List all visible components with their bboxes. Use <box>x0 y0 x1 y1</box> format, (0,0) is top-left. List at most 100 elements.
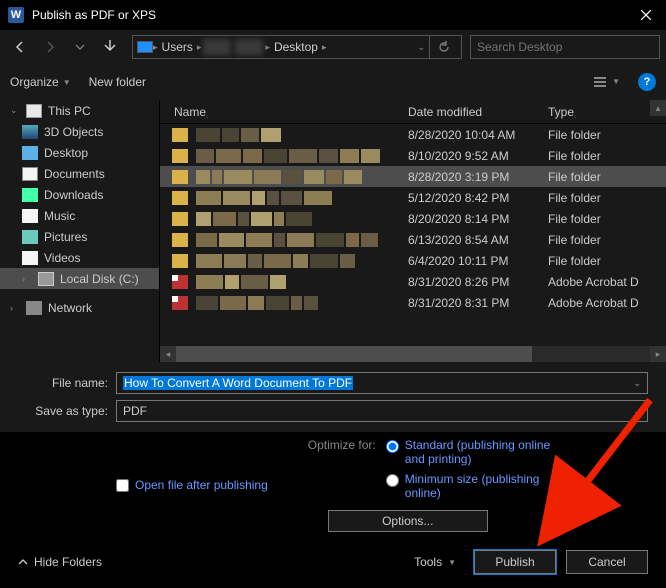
file-row[interactable]: 8/28/2020 10:04 AMFile folder <box>160 124 666 145</box>
dropdown-icon[interactable]: ⌄ <box>633 378 641 389</box>
up-button[interactable] <box>96 33 124 61</box>
downloads-icon <box>22 188 38 202</box>
file-type: Adobe Acrobat D <box>548 275 666 289</box>
help-button[interactable]: ? <box>638 73 656 91</box>
breadcrumb-history-dropdown[interactable]: ⌄ <box>417 42 425 53</box>
breadcrumb-redacted[interactable] <box>235 39 263 55</box>
new-folder-label: New folder <box>89 75 146 89</box>
documents-icon <box>22 167 38 181</box>
folder-icon <box>172 128 188 142</box>
file-type: File folder <box>548 233 666 247</box>
organize-menu[interactable]: Organize ▼ <box>10 75 71 89</box>
back-button[interactable] <box>6 33 34 61</box>
recent-dropdown[interactable] <box>66 33 94 61</box>
tree-documents[interactable]: Documents <box>0 163 159 184</box>
col-date[interactable]: Date modified <box>408 105 548 119</box>
tree-label: 3D Objects <box>44 125 103 139</box>
pc-icon <box>137 41 153 53</box>
expand-icon[interactable]: › <box>22 274 32 284</box>
breadcrumb-users[interactable]: Users <box>158 40 197 54</box>
options-button[interactable]: Options... <box>328 510 488 532</box>
file-date: 8/28/2020 10:04 AM <box>408 128 548 142</box>
scroll-left-button[interactable]: ◂ <box>160 346 176 362</box>
forward-button[interactable] <box>36 33 64 61</box>
tree-label: Documents <box>44 167 105 181</box>
file-type: File folder <box>548 170 666 184</box>
tree-3d-objects[interactable]: 3D Objects <box>0 121 159 142</box>
tree-local-disk[interactable]: ›Local Disk (C:) <box>0 268 159 289</box>
file-row[interactable]: 8/31/2020 8:26 PMAdobe Acrobat D <box>160 271 666 292</box>
tree-label: Videos <box>44 251 80 265</box>
tree-music[interactable]: Music <box>0 205 159 226</box>
view-mode-button[interactable]: ▼ <box>594 77 620 87</box>
cancel-button[interactable]: Cancel <box>566 550 648 574</box>
tree-this-pc[interactable]: ⌄ This PC <box>0 100 159 121</box>
col-type[interactable]: Type <box>548 105 666 119</box>
file-date: 6/4/2020 10:11 PM <box>408 254 548 268</box>
publish-button[interactable]: Publish <box>474 550 556 574</box>
file-row[interactable]: 6/4/2020 10:11 PMFile folder <box>160 250 666 271</box>
file-date: 8/31/2020 8:31 PM <box>408 296 548 310</box>
horizontal-scrollbar[interactable]: ◂ ▸ <box>160 346 666 362</box>
open-after-check[interactable] <box>116 479 129 492</box>
search-input[interactable] <box>477 40 653 54</box>
optimize-minimum-label: Minimum size (publishing online) <box>405 472 555 500</box>
optimize-standard-radio[interactable]: Standard (publishing online and printing… <box>386 438 555 466</box>
search-box[interactable] <box>470 35 660 59</box>
tree-downloads[interactable]: Downloads <box>0 184 159 205</box>
file-row[interactable]: 6/13/2020 8:54 AMFile folder <box>160 229 666 250</box>
saveas-value: PDF <box>123 404 147 418</box>
scroll-up-button[interactable]: ▴ <box>650 100 666 116</box>
pictures-icon <box>22 230 38 244</box>
options-area: Open file after publishing Optimize for:… <box>0 432 666 542</box>
file-type: File folder <box>548 191 666 205</box>
window-title: Publish as PDF or XPS <box>32 8 626 22</box>
breadcrumb-redacted[interactable] <box>203 39 231 55</box>
scroll-thumb[interactable] <box>176 346 532 362</box>
navbar: ▸ Users ▸ ▸ Desktop ▸ ⌄ <box>0 30 666 64</box>
word-app-icon: W <box>8 7 24 23</box>
file-name-redacted <box>196 296 408 310</box>
tree-desktop[interactable]: Desktop <box>0 142 159 163</box>
tree-network[interactable]: ›Network <box>0 297 159 318</box>
file-row[interactable]: 8/31/2020 8:31 PMAdobe Acrobat D <box>160 292 666 313</box>
expand-icon[interactable]: ⌄ <box>10 105 20 116</box>
col-name[interactable]: Name <box>160 105 408 119</box>
file-row[interactable]: 8/28/2020 3:19 PMFile folder <box>160 166 666 187</box>
open-after-checkbox[interactable]: Open file after publishing <box>116 438 268 532</box>
scroll-track[interactable] <box>176 346 650 362</box>
refresh-button[interactable] <box>429 35 457 59</box>
saveas-select[interactable]: PDF ⌄ <box>116 400 648 422</box>
breadcrumb[interactable]: ▸ Users ▸ ▸ Desktop ▸ ⌄ <box>132 35 462 59</box>
music-icon <box>22 209 38 223</box>
tree-label: Desktop <box>44 146 88 160</box>
filename-input[interactable]: How To Convert A Word Document To PDF ⌄ <box>116 372 648 394</box>
folder-icon <box>172 212 188 226</box>
tree-videos[interactable]: Videos <box>0 247 159 268</box>
scroll-right-button[interactable]: ▸ <box>650 346 666 362</box>
new-folder-button[interactable]: New folder <box>89 75 146 89</box>
hide-folders-button[interactable]: Hide Folders <box>18 555 102 569</box>
file-date: 8/20/2020 8:14 PM <box>408 212 548 226</box>
radio-standard[interactable] <box>386 440 399 453</box>
optimize-minimum-radio[interactable]: Minimum size (publishing online) <box>386 472 555 500</box>
expand-icon[interactable]: › <box>10 303 20 313</box>
file-row[interactable]: 8/20/2020 8:14 PMFile folder <box>160 208 666 229</box>
file-type: File folder <box>548 149 666 163</box>
tree-pictures[interactable]: Pictures <box>0 226 159 247</box>
radio-minimum[interactable] <box>386 474 399 487</box>
file-row[interactable]: 8/10/2020 9:52 AMFile folder <box>160 145 666 166</box>
tree-label: Music <box>44 209 75 223</box>
file-name-redacted <box>196 275 408 289</box>
tools-menu[interactable]: Tools ▼ <box>414 555 456 569</box>
dropdown-icon[interactable]: ⌄ <box>633 406 641 417</box>
organize-label: Organize <box>10 75 59 89</box>
dropdown-icon: ▼ <box>63 78 71 87</box>
chevron-right-icon: ▸ <box>197 42 202 53</box>
file-row[interactable]: 5/12/2020 8:42 PMFile folder <box>160 187 666 208</box>
breadcrumb-desktop[interactable]: Desktop <box>270 40 322 54</box>
file-rows: 8/28/2020 10:04 AMFile folder8/10/2020 9… <box>160 124 666 346</box>
file-name-redacted <box>196 128 408 142</box>
close-button[interactable] <box>626 0 666 30</box>
pdf-icon <box>172 296 188 310</box>
